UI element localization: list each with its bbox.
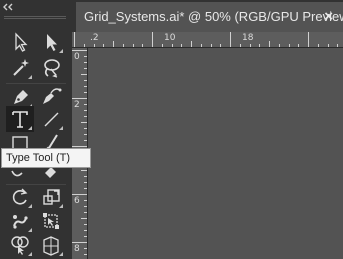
document-tab-bar: Grid_Systems.ai* @ 50% (RGB/GPU Preview)… [72, 0, 343, 32]
ruler-label: 0 [74, 52, 80, 62]
tooltip: Type Tool (T) [1, 148, 91, 168]
tools-panel [0, 0, 72, 259]
scale-tool[interactable] [37, 184, 65, 210]
free-transform-icon [43, 213, 59, 229]
lasso-icon [44, 59, 60, 78]
magic-wand-tool[interactable] [6, 55, 34, 81]
horizontal-ruler[interactable]: .2 10 18 [72, 32, 343, 48]
lasso-tool[interactable] [37, 55, 65, 81]
type-tool[interactable] [6, 106, 34, 132]
ruler-label: 8 [74, 244, 80, 254]
tool-group-indicator [59, 126, 63, 130]
ruler-label: 10 [164, 33, 176, 43]
selection-tool[interactable] [6, 29, 34, 55]
ruler-label: 6 [74, 196, 80, 206]
tool-group-indicator [28, 75, 32, 79]
arrow-icon [15, 32, 28, 52]
document-tab[interactable]: Grid_Systems.ai* @ 50% (RGB/GPU Preview)… [76, 2, 343, 32]
tool-group-indicator [59, 252, 63, 256]
ruler-label: 18 [242, 33, 254, 43]
horizontal-ruler-ticks [74, 32, 338, 47]
puppet-warp-tool[interactable] [6, 208, 34, 234]
free-transform-tool[interactable] [37, 208, 65, 234]
direct-selection-tool[interactable] [37, 29, 65, 55]
tools-panel-header [0, 0, 72, 24]
ruler-label: .2 [90, 33, 99, 43]
tool-group-indicator [28, 252, 32, 256]
tool-group-indicator [59, 49, 63, 53]
document-tab-title: Grid_Systems.ai* @ 50% (RGB/GPU Preview) [84, 9, 343, 24]
rotate-tool[interactable] [6, 184, 34, 210]
line-segment-tool[interactable] [37, 106, 65, 132]
artboard-canvas[interactable] [89, 49, 343, 259]
perspective-grid-tool[interactable] [37, 232, 65, 258]
ruler-label: 2 [74, 100, 80, 110]
panel-grip[interactable] [4, 16, 66, 19]
tool-group-indicator [28, 126, 32, 130]
double-chevron-left-icon[interactable] [2, 3, 14, 11]
shape-builder-tool[interactable] [6, 232, 34, 258]
close-icon[interactable]: × [324, 8, 333, 25]
